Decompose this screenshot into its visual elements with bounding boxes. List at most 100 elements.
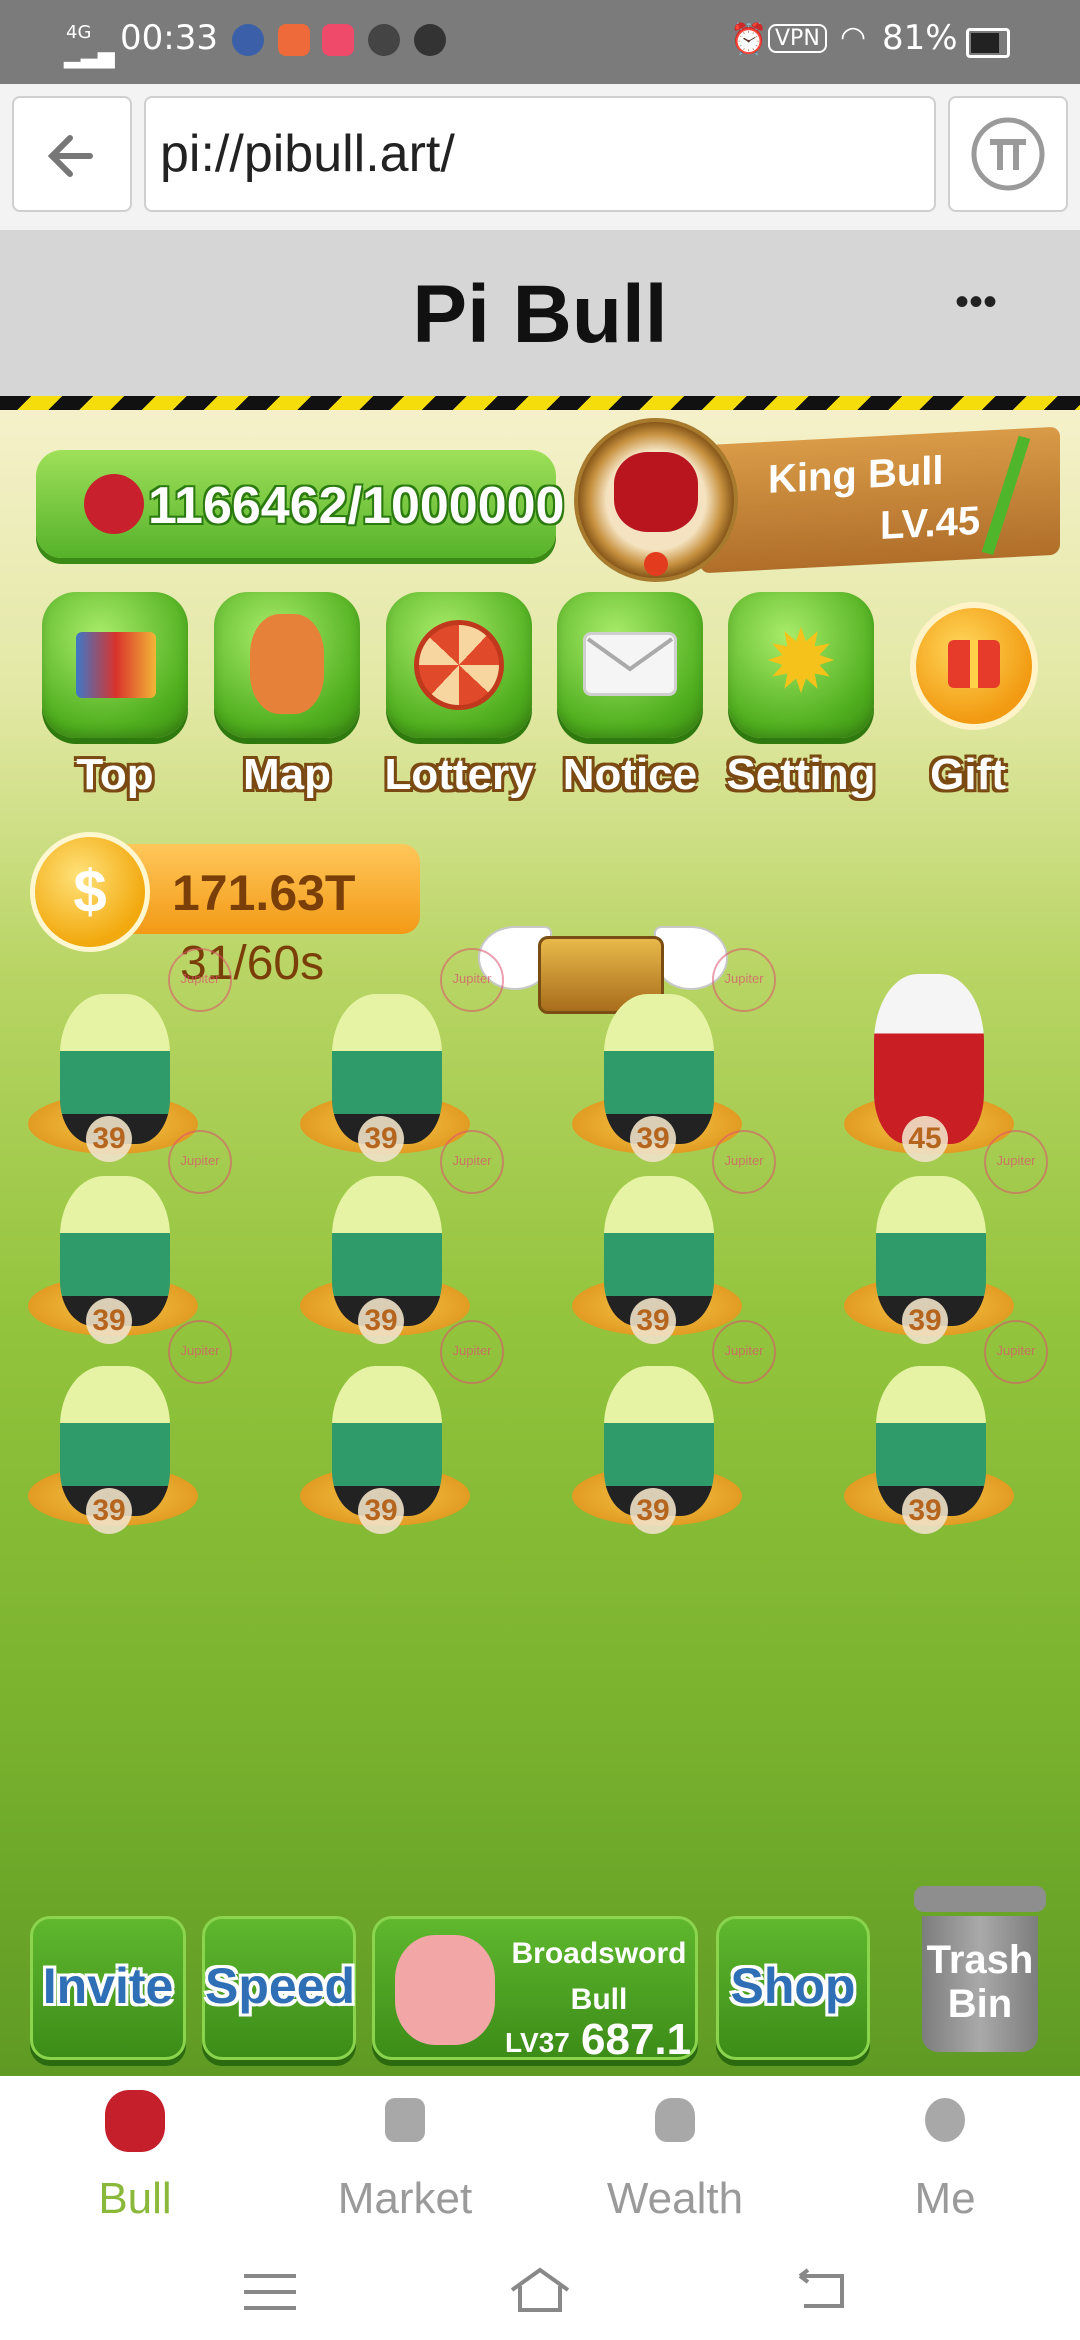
lottery-wheel-icon — [414, 620, 504, 710]
gift-icon — [948, 640, 1000, 688]
lottery-button[interactable] — [386, 592, 532, 738]
bottom-tab-bar: Bull Market Wealth Me — [0, 2076, 1080, 2244]
status-bar: 4G ▂▃▅ 00:33 ⏰ VPN ◠ 81% — [0, 0, 1080, 84]
notice-button[interactable] — [557, 592, 703, 738]
player-level: LV.45 — [880, 498, 981, 548]
gift-label: Gift — [930, 750, 1006, 799]
broadsword-bull-icon — [395, 1935, 495, 2045]
envelope-icon — [583, 632, 677, 696]
bull-level-badge: 39 — [86, 1488, 132, 1534]
buy-bull-button[interactable]: Broadsword Bull LV37 687.1 — [372, 1916, 698, 2064]
trash-label-line2: Bin — [947, 1982, 1013, 2026]
bull-slot[interactable]: Jupiter 39 — [18, 1320, 232, 1586]
bull-level-badge: 39 — [630, 1488, 676, 1534]
jupiter-watermark: Jupiter — [168, 948, 232, 1012]
tab-bull-label: Bull — [98, 2174, 172, 2223]
tab-market-label: Market — [337, 2174, 473, 2223]
home-icon[interactable] — [508, 2264, 572, 2316]
bull-slot[interactable]: Jupiter 39 — [562, 1320, 776, 1586]
title-bar: Pi Bull ••• — [0, 230, 1080, 396]
tab-wealth-label: Wealth — [606, 2174, 744, 2223]
app-notification-icon — [322, 24, 354, 56]
tab-me-label: Me — [914, 2174, 976, 2223]
vpn-badge: VPN — [768, 24, 827, 53]
notice-label: Notice — [562, 750, 698, 799]
alarm-icon: ⏰ — [730, 22, 768, 57]
king-bull-avatar-icon — [614, 452, 698, 532]
tab-bull[interactable]: Bull — [0, 2076, 270, 2244]
jupiter-watermark: Jupiter — [712, 1130, 776, 1194]
buy-bull-name-line1: Broadsword — [511, 1937, 687, 1970]
battery-percent: 81% — [882, 18, 958, 58]
king-bull-mini-icon — [84, 474, 144, 534]
setting-label: Setting — [726, 750, 876, 799]
coin-balance: 171.63T — [172, 865, 356, 921]
more-menu-button[interactable]: ••• — [955, 280, 997, 325]
invite-button[interactable]: Invite — [30, 1916, 186, 2060]
network-indicator: 4G — [66, 22, 92, 43]
map-button[interactable] — [214, 592, 360, 738]
browser-toolbar: pi://pibull.art/ — [0, 84, 1080, 232]
page-title: Pi Bull — [412, 269, 668, 360]
back-nav-icon[interactable] — [792, 2266, 852, 2314]
speed-label: Speed — [205, 1958, 356, 2014]
jupiter-watermark: Jupiter — [712, 1320, 776, 1384]
trash-label-line1: Trash — [926, 1938, 1034, 1982]
tab-wealth[interactable]: Wealth — [540, 2076, 810, 2244]
ranking-icon — [76, 632, 156, 698]
jupiter-watermark: Jupiter — [440, 1320, 504, 1384]
game-canvas: 1166462/1000000 King Bull LV.45 ✹ Top Ma… — [0, 396, 1080, 2076]
back-button[interactable] — [12, 96, 132, 212]
jupiter-watermark: Jupiter — [984, 1320, 1048, 1384]
app-notification-icon — [232, 24, 264, 56]
coin-icon: $ — [30, 832, 150, 952]
battery-icon — [966, 28, 1010, 58]
lottery-label: Lottery — [384, 750, 534, 799]
top-button[interactable] — [42, 592, 188, 738]
avatar-gem — [644, 552, 668, 576]
bull-level-badge: 39 — [902, 1488, 948, 1534]
chat-notification-icon — [414, 24, 446, 56]
wifi-icon: ◠ — [840, 20, 867, 55]
speed-button[interactable]: Speed — [202, 1916, 356, 2060]
map-label: Map — [243, 750, 331, 799]
player-name: King Bull — [768, 448, 944, 502]
tab-me[interactable]: Me — [810, 2076, 1080, 2244]
invite-label: Invite — [42, 1958, 174, 2014]
trash-bin-button[interactable]: Trash Bin — [908, 1886, 1052, 2056]
system-nav-bar — [0, 2244, 1080, 2340]
app-notification-icon — [368, 24, 400, 56]
bull-avatar-icon — [105, 2090, 165, 2152]
bull-slot[interactable]: Jupiter 39 — [290, 1320, 504, 1586]
bamboo-decoration — [981, 435, 1031, 555]
bull-slot[interactable]: Jupiter 39 — [834, 1320, 1048, 1586]
jupiter-watermark: Jupiter — [712, 948, 776, 1012]
money-bag-icon — [655, 2098, 695, 2142]
jupiter-watermark: Jupiter — [168, 1130, 232, 1194]
player-nameplate: King Bull LV.45 — [700, 426, 1060, 574]
arrow-left-icon — [47, 135, 93, 177]
jupiter-watermark: Jupiter — [984, 1130, 1048, 1194]
hazard-stripe — [0, 396, 1080, 410]
player-avatar[interactable] — [574, 418, 738, 582]
status-time: 00:33 — [120, 18, 218, 58]
trash-lid-icon — [914, 1886, 1046, 1912]
app-notification-icon — [278, 24, 310, 56]
url-text: pi://pibull.art/ — [160, 125, 455, 183]
gift-button[interactable] — [910, 602, 1038, 730]
jupiter-watermark: Jupiter — [440, 1130, 504, 1194]
buy-bull-price: 687.1 — [581, 2015, 692, 2064]
store-icon — [385, 2098, 425, 2142]
tab-market[interactable]: Market — [270, 2076, 540, 2244]
menu-icon[interactable] — [240, 2270, 300, 2314]
pi-browser-button[interactable] — [948, 96, 1068, 212]
map-icon — [250, 614, 324, 714]
buy-bull-name-line2: Bull — [570, 1983, 628, 2016]
url-field[interactable]: pi://pibull.art/ — [144, 96, 936, 212]
shop-button[interactable]: Shop — [716, 1916, 870, 2060]
bull-level-badge: 39 — [358, 1488, 404, 1534]
buy-bull-level: LV37 — [505, 2027, 570, 2058]
setting-button[interactable]: ✹ — [728, 592, 874, 738]
top-label: Top — [76, 750, 154, 799]
progress-bar: 1166462/1000000 — [36, 450, 564, 558]
